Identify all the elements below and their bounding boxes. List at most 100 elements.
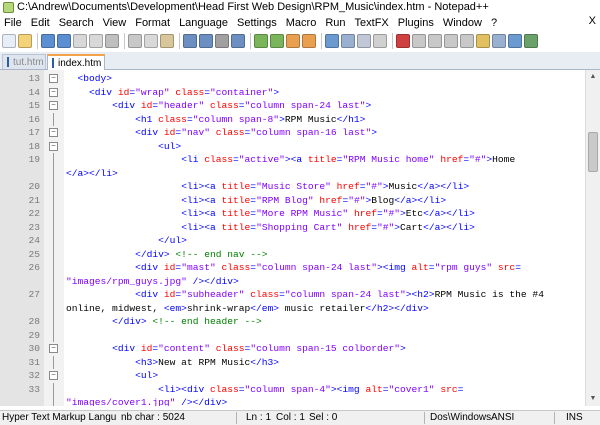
code-line[interactable]: 18− <ul> bbox=[0, 140, 585, 154]
code-text: <li><div class="column span-4"><img alt=… bbox=[158, 383, 463, 397]
token-tag: = bbox=[457, 383, 464, 395]
code-line-wrapped[interactable]: online, midwest, <em>shrink-wrap</em> mu… bbox=[0, 301, 585, 315]
menu-plugins[interactable]: Plugins bbox=[394, 17, 439, 29]
close-all-icon[interactable] bbox=[89, 34, 103, 48]
token-tag: <ul> bbox=[158, 140, 182, 152]
code-line[interactable]: 23 <li><a title="Shopping Cart" href="#">… bbox=[0, 220, 585, 234]
find-icon[interactable] bbox=[215, 34, 229, 48]
replace-icon[interactable] bbox=[231, 34, 245, 48]
code-line-wrapped[interactable]: "images/cover1.jpg" /></div> bbox=[0, 396, 585, 406]
code-line[interactable]: 26 <div id="mast" class="column span-24 l… bbox=[0, 261, 585, 275]
close-icon[interactable] bbox=[73, 34, 87, 48]
vertical-scrollbar[interactable]: ▲ ▼ bbox=[585, 70, 600, 406]
play-macro-icon[interactable] bbox=[428, 34, 442, 48]
code-line-wrapped[interactable]: "images/rpm_guys.jpg" /></div> bbox=[0, 274, 585, 288]
menu-macro[interactable]: Macro bbox=[282, 17, 322, 29]
print-icon[interactable] bbox=[105, 34, 119, 48]
menu-view[interactable]: View bbox=[99, 17, 132, 29]
function-list-icon[interactable] bbox=[508, 34, 522, 48]
fold-toggle-icon[interactable]: − bbox=[49, 74, 58, 83]
code-line[interactable]: 25 </div> <!-- end nav --> bbox=[0, 247, 585, 261]
token-value: "subheader" bbox=[181, 289, 245, 300]
menu-window[interactable]: Window bbox=[439, 17, 487, 29]
code-line[interactable]: 27 <div id="subheader" class="column span… bbox=[0, 288, 585, 302]
menu-search[interactable]: Search bbox=[55, 17, 99, 29]
close-document-button[interactable]: X bbox=[589, 15, 596, 27]
cut-icon[interactable] bbox=[128, 34, 142, 48]
user-lang-icon[interactable] bbox=[373, 34, 387, 48]
code-line[interactable]: 21 <li><a title="RPM Blog" href="#">Blog<… bbox=[0, 193, 585, 207]
code-line[interactable]: 22 <li><a title="More RPM Music" href="#"… bbox=[0, 207, 585, 221]
code-line[interactable]: 30− <div id="content" class="column span-… bbox=[0, 342, 585, 356]
code-line[interactable]: 15− <div id="header" class="column span-2… bbox=[0, 99, 585, 113]
code-line[interactable]: 28 </div> <!-- end header --> bbox=[0, 315, 585, 329]
undo-icon[interactable] bbox=[183, 34, 197, 48]
scroll-down-arrow-icon[interactable]: ▼ bbox=[586, 392, 600, 406]
menu-edit[interactable]: Edit bbox=[27, 17, 55, 29]
paste-icon[interactable] bbox=[160, 34, 174, 48]
menu-help[interactable]: ? bbox=[487, 17, 502, 29]
spellcheck-icon[interactable] bbox=[524, 34, 538, 48]
zoom-in-icon[interactable] bbox=[254, 34, 268, 48]
menu-format[interactable]: Format bbox=[131, 17, 175, 29]
code-line[interactable]: 31 <h3>New at RPM Music</h3> bbox=[0, 355, 585, 369]
scroll-up-arrow-icon[interactable]: ▲ bbox=[586, 70, 600, 84]
code-line-wrapped[interactable]: </a></li> bbox=[0, 166, 585, 180]
redo-icon[interactable] bbox=[199, 34, 213, 48]
token-tag: > bbox=[371, 127, 377, 138]
fold-toggle-icon[interactable]: − bbox=[49, 128, 58, 137]
code-line[interactable]: 17− <div id="nav" class="column span-16 l… bbox=[0, 126, 585, 140]
save-macro-icon[interactable] bbox=[460, 34, 474, 48]
menu-textfx[interactable]: TextFX bbox=[351, 17, 394, 29]
sync-h-icon[interactable] bbox=[302, 34, 316, 48]
code-line[interactable]: 29 bbox=[0, 328, 585, 342]
token-tag: <div bbox=[135, 289, 164, 300]
code-line[interactable]: 19 <li class="active"><a title="RPM Music… bbox=[0, 153, 585, 167]
line-number: 15 bbox=[28, 100, 40, 111]
record-macro-icon[interactable] bbox=[396, 34, 410, 48]
menu-settings[interactable]: Settings bbox=[233, 17, 282, 29]
fold-guide-line bbox=[53, 112, 54, 126]
token-attribute: class bbox=[215, 127, 245, 138]
fold-toggle-icon[interactable]: − bbox=[49, 141, 58, 151]
tab-index-htm[interactable]: index.htm bbox=[47, 54, 105, 70]
code-line[interactable]: 16 <h1 class="column span-8">RPM Music</h… bbox=[0, 112, 585, 126]
fold-toggle-icon[interactable]: − bbox=[49, 371, 58, 380]
save-all-icon[interactable] bbox=[57, 34, 71, 48]
fold-toggle-icon[interactable]: − bbox=[49, 87, 58, 97]
play-multiple-icon[interactable] bbox=[444, 34, 458, 48]
save-icon[interactable] bbox=[41, 34, 55, 48]
trim-icon[interactable] bbox=[476, 34, 490, 48]
code-line[interactable]: 14− <div id="wrap" class="container"> bbox=[0, 86, 585, 100]
status-divider bbox=[554, 412, 555, 424]
new-file-icon[interactable] bbox=[2, 34, 16, 48]
sync-v-icon[interactable] bbox=[286, 34, 300, 48]
code-line[interactable]: 33 <li><div class = "column span-4"><img al… bbox=[0, 382, 585, 397]
all-chars-icon[interactable] bbox=[341, 34, 355, 48]
code-line[interactable]: 13− <body> bbox=[0, 72, 585, 86]
notepadpp-app-icon[interactable] bbox=[3, 2, 14, 13]
code-editor[interactable]: 13− <body> 14− <div id="wrap" class="contai… bbox=[0, 70, 585, 406]
stop-record-icon[interactable] bbox=[412, 34, 426, 48]
token-value: "column span-15 colborder" bbox=[250, 343, 400, 354]
tab-tut-htm[interactable]: tut.htm bbox=[2, 54, 46, 69]
scrollbar-thumb[interactable] bbox=[588, 132, 598, 172]
code-line[interactable]: 32− <ul> bbox=[0, 369, 585, 383]
wrap-icon[interactable] bbox=[325, 34, 339, 48]
code-line[interactable]: 24 </ul> bbox=[0, 234, 585, 248]
menu-file[interactable]: File bbox=[0, 17, 27, 29]
zoom-out-icon[interactable] bbox=[270, 34, 284, 48]
token-tag: <ul> bbox=[135, 370, 159, 381]
indent-guide-icon[interactable] bbox=[357, 34, 371, 48]
fold-toggle-icon[interactable]: − bbox=[49, 101, 58, 110]
token-value: "wrap" bbox=[135, 86, 170, 98]
title-bar: C:\Andrew\Documents\Development\Head Fir… bbox=[0, 0, 600, 15]
code-line[interactable]: 20 <li><a title="Music Store" href="#">Mu… bbox=[0, 180, 585, 194]
menu-language[interactable]: Language bbox=[175, 17, 233, 29]
doc-map-icon[interactable] bbox=[492, 34, 506, 48]
open-file-icon[interactable] bbox=[18, 34, 32, 48]
copy-icon[interactable] bbox=[144, 34, 158, 48]
menu-run[interactable]: Run bbox=[321, 17, 350, 29]
fold-toggle-icon[interactable]: − bbox=[49, 344, 58, 353]
token-tag: </a></li> bbox=[417, 181, 470, 192]
